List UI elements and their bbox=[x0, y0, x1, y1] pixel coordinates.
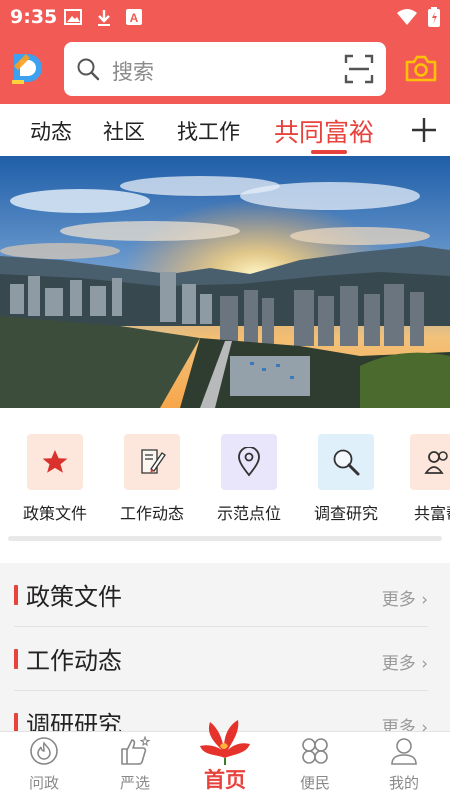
search-icon bbox=[77, 58, 100, 81]
camera-icon[interactable] bbox=[405, 54, 437, 82]
tab-shequ[interactable]: 社区 bbox=[103, 116, 145, 146]
quick-access-row: 政策文件 工作动态 示范点位 调查研究 共富 bbox=[0, 408, 450, 534]
section-title: 政策文件 bbox=[26, 583, 122, 611]
section-title: 调研研究 bbox=[26, 711, 122, 733]
fire-icon bbox=[30, 737, 58, 765]
flower-icon[interactable] bbox=[196, 716, 254, 766]
section-list: 政策文件 更多 › 工作动态 更多 › 调研研究 更多 › bbox=[0, 563, 450, 733]
nav-wode[interactable]: 我的 bbox=[369, 736, 439, 793]
tab-zhaogongzuo[interactable]: 找工作 bbox=[177, 116, 240, 146]
quick-item-demo-sites[interactable]: 示范点位 bbox=[209, 434, 289, 524]
user-icon bbox=[391, 738, 417, 765]
people-icon bbox=[424, 451, 448, 474]
svg-text:A: A bbox=[130, 11, 139, 25]
quick-item-work-news[interactable]: 工作动态 bbox=[112, 434, 192, 524]
city-sunset-photo bbox=[0, 156, 450, 408]
status-bar: 9:35 A bbox=[0, 0, 450, 34]
section-title: 工作动态 bbox=[26, 647, 122, 675]
font-a-icon: A bbox=[126, 9, 142, 25]
location-pin-icon bbox=[238, 447, 260, 477]
more-link[interactable]: 更多 › bbox=[382, 649, 428, 674]
gallery-icon bbox=[64, 9, 82, 25]
more-link[interactable]: 更多 › bbox=[382, 713, 428, 733]
quick-row-scrollbar[interactable] bbox=[8, 536, 442, 541]
nav-yanxuan[interactable]: 严选 bbox=[100, 735, 170, 793]
tab-gongtongfuyu[interactable]: 共同富裕 bbox=[274, 113, 374, 149]
thumbs-up-icon bbox=[121, 735, 151, 765]
add-tab-icon[interactable] bbox=[410, 116, 438, 144]
quick-item-common-prosperity[interactable]: 共富帮 bbox=[398, 434, 450, 524]
download-icon bbox=[98, 10, 110, 26]
nav-bianmin[interactable]: 便民 bbox=[280, 736, 350, 793]
status-time: 9:35 bbox=[10, 6, 58, 28]
app-logo bbox=[12, 54, 42, 84]
category-tabs: 动态 社区 找工作 共同富裕 bbox=[0, 104, 450, 156]
grid-icon bbox=[302, 738, 328, 764]
active-tab-indicator bbox=[311, 150, 347, 154]
star-icon bbox=[42, 450, 68, 473]
wifi-icon bbox=[397, 9, 417, 25]
document-pen-icon bbox=[141, 449, 166, 474]
scan-icon[interactable] bbox=[344, 54, 374, 84]
battery-icon bbox=[428, 7, 440, 27]
tab-dongtai[interactable]: 动态 bbox=[30, 116, 72, 146]
quick-item-policy[interactable]: 政策文件 bbox=[15, 434, 95, 524]
app-header: 9:35 A 搜索 bbox=[0, 0, 450, 104]
nav-home[interactable]: 首页 bbox=[190, 762, 260, 794]
search-placeholder: 搜索 bbox=[112, 60, 154, 84]
magnifier-icon bbox=[333, 449, 360, 476]
section-row-policy[interactable]: 政策文件 更多 › bbox=[14, 563, 428, 627]
nav-wenzheng[interactable]: 问政 bbox=[9, 736, 79, 793]
search-input[interactable]: 搜索 bbox=[64, 42, 386, 96]
more-link[interactable]: 更多 › bbox=[382, 585, 428, 610]
section-row-work-news[interactable]: 工作动态 更多 › bbox=[14, 627, 428, 691]
banner-image[interactable] bbox=[0, 156, 450, 408]
quick-item-research[interactable]: 调查研究 bbox=[306, 434, 386, 524]
